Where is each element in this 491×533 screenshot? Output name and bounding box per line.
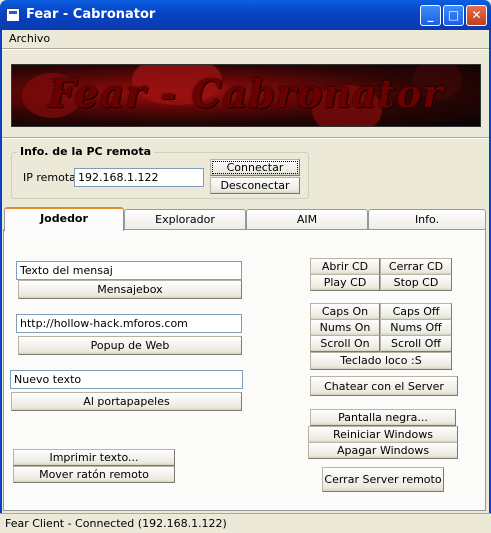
menu-archivo[interactable]: Archivo [9, 32, 50, 45]
print-text-button[interactable]: Imprimir texto... [13, 449, 175, 466]
close-server-button[interactable]: Cerrar Server remoto [322, 467, 444, 492]
play-cd-button[interactable]: Play CD [310, 274, 380, 291]
tab-aim[interactable]: AIM [246, 209, 368, 230]
banner-image: Fear - Cabronator [11, 64, 481, 127]
url-input[interactable]: http://hollow-hack.mforos.com [16, 314, 242, 333]
app-icon [6, 8, 20, 22]
crazy-keyboard-button[interactable]: Teclado loco :S [310, 352, 452, 370]
window-frame-left [0, 30, 2, 532]
status-text: Fear Client - Connected (192.168.1.122) [5, 517, 227, 530]
tab-jodedor[interactable]: Jodedor [4, 207, 124, 231]
menu-separator [2, 48, 489, 50]
nums-off-button[interactable]: Nums Off [380, 319, 452, 336]
title-bar[interactable]: Fear - Cabronator _ □ ✕ [0, 0, 491, 30]
scroll-on-button[interactable]: Scroll On [310, 335, 380, 352]
banner-logo-text: Fear - Cabronator [48, 71, 444, 116]
caps-on-button[interactable]: Caps On [310, 303, 380, 320]
messagebox-button[interactable]: Mensajebox [18, 280, 242, 299]
stop-cd-button[interactable]: Stop CD [380, 274, 452, 291]
close-button[interactable]: ✕ [466, 5, 487, 26]
clipboard-button[interactable]: Al portapapeles [11, 392, 242, 411]
scroll-off-button[interactable]: Scroll Off [380, 335, 452, 352]
tab-explorador[interactable]: Explorador [124, 209, 246, 230]
ip-input[interactable]: 192.168.1.122 [74, 168, 204, 187]
disconnect-button[interactable]: Desconectar [210, 177, 300, 194]
connect-button[interactable]: Connectar [210, 159, 300, 176]
move-mouse-button[interactable]: Mover ratón remoto [13, 466, 175, 483]
black-screen-button[interactable]: Pantalla negra... [310, 409, 456, 426]
restart-windows-button[interactable]: Reiniciar Windows [308, 426, 458, 443]
minimize-button[interactable]: _ [420, 5, 441, 26]
tab-info[interactable]: Info. [368, 209, 486, 230]
shutdown-windows-button[interactable]: Apagar Windows [308, 442, 458, 459]
menu-bar: Archivo [0, 30, 491, 48]
chat-server-button[interactable]: Chatear con el Server [310, 376, 458, 396]
status-bar: Fear Client - Connected (192.168.1.122) [0, 513, 491, 533]
open-cd-button[interactable]: Abrir CD [310, 258, 380, 275]
caps-off-button[interactable]: Caps Off [380, 303, 452, 320]
ip-label: IP remota: [23, 171, 80, 184]
nums-on-button[interactable]: Nums On [310, 319, 380, 336]
maximize-button[interactable]: □ [443, 5, 464, 26]
banner-separator [2, 137, 489, 139]
window-title: Fear - Cabronator [26, 7, 156, 22]
message-input[interactable]: Texto del mensaj [16, 261, 242, 280]
clipboard-input[interactable]: Nuevo texto [10, 370, 243, 389]
popup-web-button[interactable]: Popup de Web [18, 336, 242, 355]
close-cd-button[interactable]: Cerrar CD [380, 258, 452, 275]
remote-pc-group-title: Info. de la PC remota [17, 145, 155, 158]
